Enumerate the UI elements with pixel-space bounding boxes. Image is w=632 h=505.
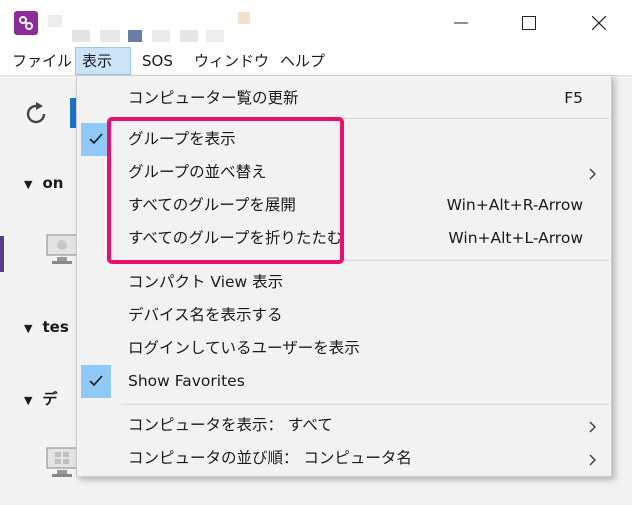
shortcut-text: F5 (564, 89, 583, 107)
refresh-icon[interactable] (22, 100, 50, 132)
menu-item-label: グループを表示 (128, 130, 236, 148)
menu-separator (121, 260, 609, 261)
menu-item-expand-all-groups[interactable]: すべてのグループを展開 Win+Alt+R-Arrow (77, 189, 611, 222)
menu-window[interactable]: ウィンドウ (188, 47, 275, 75)
menu-separator (121, 404, 609, 405)
menu-separator (121, 118, 609, 119)
redacted-title (206, 30, 224, 42)
redacted-title (100, 30, 120, 42)
shortcut-text: Win+Alt+R-Arrow (446, 196, 583, 214)
menu-item-label: グループの並べ替え (128, 163, 267, 181)
menu-item-collapse-all-groups[interactable]: すべてのグループを折りたたむ Win+Alt+L-Arrow (77, 222, 611, 255)
redacted-title (128, 30, 142, 42)
group-row[interactable]: ▼ tes (24, 318, 69, 336)
menu-item-show-logged-in-user[interactable]: ログインしているユーザーを表示 (77, 332, 611, 365)
chevron-right-icon (589, 452, 597, 470)
menu-item-show-favorites[interactable]: Show Favorites (77, 365, 611, 398)
view-menu-dropdown: コンピューター覧の更新 F5 グループを表示 グループの並べ替え すべてのグルー… (76, 75, 612, 477)
menu-item-label: コンピュータの並び順： コンピュータ名 (128, 449, 412, 467)
redacted-title (180, 30, 198, 42)
menu-item-label: Show Favorites (128, 372, 245, 390)
menu-item-show-device-name[interactable]: デバイス名を表示する (77, 299, 611, 332)
group-name: デ (42, 390, 58, 408)
menu-item-computer-sort-order[interactable]: コンピュータの並び順： コンピュータ名 (77, 442, 611, 475)
menu-item-label: コンピューター覧の更新 (128, 89, 299, 107)
redacted-title (72, 30, 90, 42)
chevron-right-icon (589, 166, 597, 184)
minimize-button[interactable] (438, 0, 484, 47)
menu-help[interactable]: ヘルプ (274, 47, 331, 75)
menu-item-label: ログインしているユーザーを表示 (128, 339, 360, 357)
checkmark-icon (81, 365, 111, 398)
menu-item-show-groups[interactable]: グループを表示 (77, 123, 611, 156)
computer-icon[interactable] (46, 446, 78, 477)
checkmark-icon (81, 123, 111, 156)
computer-icon[interactable] (46, 233, 78, 264)
menu-item-label: コンピュータを表示： すべて (128, 416, 333, 434)
side-accent (0, 236, 4, 272)
menu-item-show-computers[interactable]: コンピュータを表示： すべて (77, 409, 611, 442)
group-name: tes (42, 318, 69, 336)
title-bar (0, 0, 632, 47)
menu-sos[interactable]: SOS (136, 47, 179, 75)
menu-item-label: すべてのグループを折りたたむ (128, 229, 343, 247)
shortcut-text: Win+Alt+L-Arrow (448, 229, 583, 247)
menu-item-refresh-list[interactable]: コンピューター覧の更新 F5 (77, 82, 611, 115)
expand-arrow-icon: ▼ (24, 178, 33, 191)
redacted-title (152, 30, 170, 42)
chevron-right-icon (589, 419, 597, 437)
menu-file[interactable]: ファイル (6, 47, 78, 75)
app-logo-icon (14, 11, 38, 35)
group-row[interactable]: ▼ デ (24, 388, 57, 409)
redacted-title (238, 12, 250, 24)
menu-item-label: デバイス名を表示する (128, 306, 283, 324)
menu-item-label: コンパクト View 表示 (128, 273, 284, 291)
menu-bar: ファイル 表示 SOS ウィンドウ ヘルプ (0, 47, 632, 75)
menu-view[interactable]: 表示 (75, 47, 131, 75)
menu-item-sort-groups[interactable]: グループの並べ替え (77, 156, 611, 189)
menu-item-compact-view[interactable]: コンパクト View 表示 (77, 266, 611, 299)
menu-item-label: すべてのグループを展開 (128, 196, 296, 214)
group-name: on (42, 174, 64, 192)
maximize-button[interactable] (506, 0, 552, 47)
expand-arrow-icon: ▼ (24, 322, 33, 335)
expand-arrow-icon: ▼ (24, 394, 33, 407)
close-button[interactable] (576, 0, 622, 47)
group-row[interactable]: ▼ on (24, 174, 63, 192)
redacted-title (48, 15, 62, 27)
